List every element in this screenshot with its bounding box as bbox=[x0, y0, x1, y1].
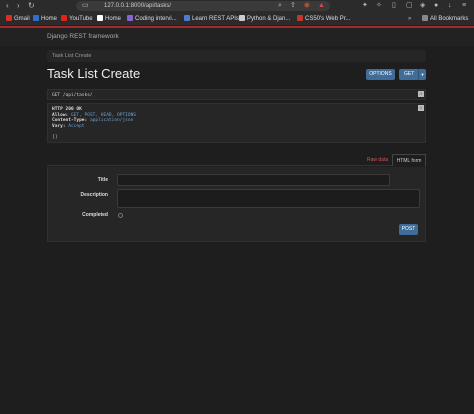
profile-icon[interactable]: ● bbox=[434, 1, 438, 11]
brand-link[interactable]: Django REST framework bbox=[47, 33, 119, 40]
bookmark-favicon-icon bbox=[33, 15, 39, 21]
address-bar[interactable]: ▭ 127.0.0.1:8000/api/tasks/ ⌕ ⇪ ☆ bbox=[76, 1, 330, 11]
bookmark-favicon-icon bbox=[239, 15, 245, 21]
post-form: Title Description Completed POST bbox=[47, 167, 426, 242]
brave-rewards-icon[interactable]: ▲ bbox=[318, 1, 325, 11]
bookmark-favicon-icon bbox=[97, 15, 103, 21]
search-icon[interactable]: ⌕ bbox=[278, 1, 282, 11]
api-page: Task List Create Task List Create OPTION… bbox=[0, 46, 474, 414]
page-info-icon[interactable]: ▭ bbox=[82, 1, 89, 11]
header-value: GET, POST, HEAD, OPTIONS bbox=[70, 112, 137, 118]
bookmark-overflow-icon[interactable]: » bbox=[408, 14, 411, 24]
request-info: GET /api/tasks/ ❐ bbox=[47, 89, 426, 100]
extensions-puzzle-icon[interactable]: ✧ bbox=[376, 1, 382, 11]
get-button-label: GET bbox=[404, 71, 415, 77]
bookmark-favicon-icon bbox=[61, 15, 67, 21]
bookmark-favicon-icon bbox=[127, 15, 133, 21]
forward-icon[interactable]: › bbox=[17, 1, 20, 11]
chevron-down-icon: ▼ bbox=[420, 72, 425, 77]
bookmark-favicon-icon bbox=[184, 15, 190, 21]
bookmark-youtube[interactable]: YouTube bbox=[61, 14, 93, 24]
breadcrumb: Task List Create bbox=[47, 50, 426, 62]
back-icon[interactable]: ‹ bbox=[6, 1, 9, 11]
completed-label: Completed bbox=[82, 212, 108, 218]
bookmark-coding-interview[interactable]: Coding intervi... bbox=[127, 14, 177, 24]
header-key: Vary: bbox=[52, 123, 66, 129]
menu-icon[interactable]: ≡ bbox=[462, 1, 466, 11]
all-bookmarks[interactable]: All Bookmarks bbox=[422, 14, 468, 24]
form-tabs: Raw data HTML form bbox=[47, 154, 426, 166]
options-button[interactable]: OPTIONS bbox=[366, 69, 395, 80]
brave-shield-icon[interactable]: ◆ bbox=[304, 1, 309, 11]
vpn-icon[interactable]: ◈ bbox=[420, 1, 425, 11]
share-icon[interactable]: ⇪ bbox=[290, 1, 296, 11]
bookmark-python-django[interactable]: Python & Djan... bbox=[239, 14, 290, 24]
description-textarea[interactable] bbox=[117, 189, 420, 208]
bookmark-learn-rest-apis[interactable]: Learn REST APIs bbox=[184, 14, 239, 24]
folder-icon bbox=[422, 15, 428, 21]
download-icon[interactable]: ↓ bbox=[448, 1, 452, 11]
bookmark-favicon-icon bbox=[297, 15, 303, 21]
get-button[interactable]: GET ▼ bbox=[399, 69, 426, 80]
header-value: application/json bbox=[89, 118, 134, 123]
bookmark-cs50-web[interactable]: CS50's Web Pr... bbox=[297, 14, 350, 24]
copy-icon[interactable]: ❐ bbox=[418, 91, 424, 97]
reload-icon[interactable]: ↻ bbox=[28, 1, 35, 11]
wallet-icon[interactable]: ▢ bbox=[406, 1, 413, 11]
browser-toolbar: ‹ › ↻ ▭ 127.0.0.1:8000/api/tasks/ ⌕ ⇪ ☆ … bbox=[0, 0, 474, 12]
page-title: Task List Create bbox=[47, 66, 141, 81]
request-line: GET /api/tasks/ bbox=[52, 93, 93, 98]
title-input[interactable] bbox=[117, 174, 390, 186]
post-button[interactable]: POST bbox=[399, 224, 418, 235]
bookmarks-bar: Gmail Home YouTube Home Coding intervi..… bbox=[0, 12, 474, 26]
header-key: Allow: bbox=[52, 112, 69, 118]
tab-html-form[interactable]: HTML form bbox=[392, 154, 426, 166]
bookmark-gmail[interactable]: Gmail bbox=[6, 14, 30, 24]
header-key: Content-Type: bbox=[52, 118, 88, 123]
breadcrumb-item[interactable]: Task List Create bbox=[52, 53, 91, 59]
bookmark-home[interactable]: Home bbox=[33, 14, 57, 24]
sidebar-icon[interactable]: ▯ bbox=[392, 1, 396, 11]
bookmark-x-home[interactable]: Home bbox=[97, 14, 121, 24]
completed-checkbox[interactable] bbox=[118, 213, 123, 218]
header-value: Accept bbox=[68, 123, 85, 129]
title-label: Title bbox=[97, 177, 108, 183]
bookmark-favicon-icon bbox=[6, 15, 12, 21]
description-label: Description bbox=[80, 192, 108, 198]
copy-icon[interactable]: ❐ bbox=[418, 105, 424, 111]
extension-icon[interactable]: ✦ bbox=[362, 1, 368, 11]
get-format-dropdown[interactable]: ▼ bbox=[418, 69, 426, 80]
response-body: [] bbox=[52, 134, 58, 140]
response-info: ❐ HTTP 200 OK Allow: GET, POST, HEAD, OP… bbox=[47, 103, 426, 143]
url-text: 127.0.0.1:8000/api/tasks/ bbox=[104, 3, 172, 9]
drf-navbar: Django REST framework bbox=[0, 28, 474, 46]
tab-raw-data[interactable]: Raw data bbox=[367, 157, 388, 163]
